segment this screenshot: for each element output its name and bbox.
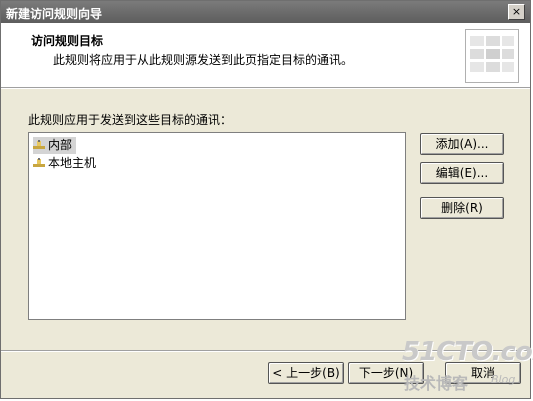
network-icon bbox=[33, 158, 45, 167]
back-button[interactable]: < 上一步(B) bbox=[268, 362, 344, 384]
close-icon: × bbox=[511, 5, 522, 18]
header-divider bbox=[1, 87, 530, 89]
list-item-label: 本地主机 bbox=[48, 156, 97, 170]
watermark: 51CTO.com 技术博客 Blog bbox=[396, 337, 533, 395]
page-subtitle: 此规则将应用于从此规则源发送到此页指定目标的通讯。 bbox=[53, 53, 354, 67]
edit-button[interactable]: 编辑(E)... bbox=[420, 162, 504, 184]
add-button[interactable]: 添加(A)... bbox=[420, 133, 504, 155]
watermark-logo: 51CTO.com bbox=[402, 337, 533, 367]
wizard-graphic-icon bbox=[465, 29, 519, 83]
watermark-subtitle: 技术博客 bbox=[404, 374, 469, 393]
list-item[interactable]: 内部 bbox=[33, 137, 77, 154]
list-item[interactable]: 本地主机 bbox=[33, 155, 100, 172]
list-item-label: 内部 bbox=[48, 138, 73, 152]
close-button[interactable]: × bbox=[508, 4, 525, 20]
title-bar[interactable]: 新建访问规则向导 × bbox=[1, 1, 530, 23]
network-icon bbox=[33, 140, 45, 149]
targets-prompt: 此规则应用于发送到这些目标的通讯： bbox=[28, 113, 233, 127]
targets-listbox[interactable]: 内部 本地主机 bbox=[28, 132, 406, 320]
watermark-blog: Blog bbox=[491, 373, 516, 386]
wizard-header: 访问规则目标 此规则将应用于从此规则源发送到此页指定目标的通讯。 bbox=[1, 23, 530, 87]
page-title: 访问规则目标 bbox=[31, 34, 104, 48]
window-title: 新建访问规则向导 bbox=[6, 7, 103, 21]
wizard-window: 新建访问规则向导 × 访问规则目标 此规则将应用于从此规则源发送到此页指定目标的… bbox=[0, 0, 533, 399]
delete-button[interactable]: 删除(R) bbox=[420, 197, 504, 219]
